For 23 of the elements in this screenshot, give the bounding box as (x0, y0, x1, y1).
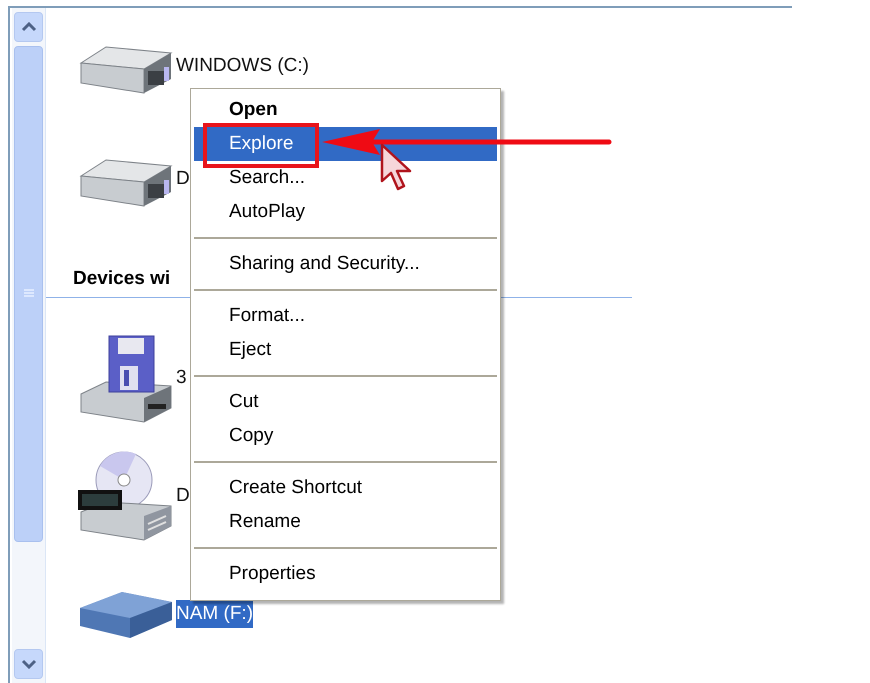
menu-item[interactable]: Format... (194, 299, 497, 333)
drive-label[interactable]: D (176, 482, 190, 510)
drive-label[interactable]: D (176, 165, 190, 194)
menu-item[interactable]: Copy (194, 419, 497, 453)
chevron-down-icon (20, 659, 36, 669)
vertical-scrollbar[interactable] (12, 8, 46, 683)
menu-item[interactable]: Open (194, 93, 497, 127)
menu-item[interactable]: Rename (194, 505, 497, 539)
grip-icon (22, 289, 34, 299)
section-heading: Devices wi (73, 266, 170, 290)
menu-item[interactable]: Properties (194, 557, 497, 591)
drive-label[interactable]: 3 (176, 364, 187, 392)
menu-item[interactable]: AutoPlay (194, 195, 497, 229)
chevron-up-icon (20, 22, 36, 32)
scroll-up-button[interactable] (14, 12, 43, 42)
scroll-down-button[interactable] (14, 649, 43, 679)
menu-item[interactable]: Cut (194, 385, 497, 419)
menu-item[interactable]: Create Shortcut (194, 471, 497, 505)
scroll-thumb[interactable] (14, 46, 43, 542)
menu-item[interactable]: Eject (194, 333, 497, 367)
menu-item[interactable]: Sharing and Security... (194, 247, 497, 281)
drive-label[interactable]: WINDOWS (C:) (176, 52, 309, 81)
drive-label[interactable]: NAM (F:) (176, 600, 254, 628)
